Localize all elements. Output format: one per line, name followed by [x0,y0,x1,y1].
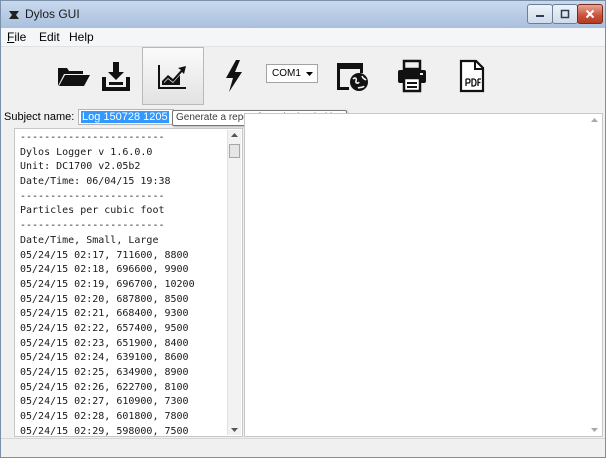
log-line: 05/24/15 02:24, 639100, 8600 [20,352,189,364]
menu-file[interactable]: File [7,30,26,44]
chart-report-icon [158,65,186,89]
app-window: Dylos GUI File Edit Help COM1 Subject na… [0,0,606,458]
scroll-up-icon[interactable] [231,133,238,137]
export-pdf-button[interactable] [441,47,503,105]
log-line: 05/24/15 02:26, 622700, 8100 [20,381,189,393]
web-upload-button[interactable] [321,47,383,105]
scroll-down-icon[interactable] [591,428,598,432]
log-line: Dylos Logger v 1.6.0.0 [20,146,153,158]
log-line: 05/24/15 02:19, 696700, 10200 [20,278,195,290]
menu-edit-label: Edit [39,30,60,44]
log-line: 05/24/15 02:20, 687800, 8500 [20,293,189,305]
menu-bar: File Edit Help [1,28,605,47]
printer-icon [398,59,426,93]
report-panel[interactable] [244,113,603,437]
maximize-icon [560,9,570,19]
toolbar: COM1 [1,47,605,107]
log-line: 05/24/15 02:25, 634900, 8900 [20,367,189,378]
close-icon [585,9,595,19]
scroll-up-icon[interactable] [591,118,598,122]
globe-window-icon [337,63,368,91]
status-bar [1,438,605,457]
connect-button[interactable] [203,47,265,105]
scroll-down-icon[interactable] [231,428,238,432]
log-line: Date/Time, Small, Large [20,234,159,246]
menu-file-label: ile [14,30,27,44]
title-bar[interactable]: Dylos GUI [1,1,605,28]
maximize-button[interactable] [552,4,578,24]
log-line: Date/Time: 06/04/15 19:38 [20,176,171,188]
download-button[interactable] [85,47,147,105]
log-line: Unit: DC1700 v2.05b2 [20,161,141,173]
log-line: Particles per cubic foot [20,205,165,217]
log-line: 05/24/15 02:23, 651900, 8400 [20,337,189,349]
minimize-button[interactable] [527,4,553,24]
log-line: ------------------------ [20,220,165,232]
log-line: ------------------------ [20,132,165,143]
subject-name-input[interactable]: Log 150728 1205 [78,109,174,125]
print-button[interactable] [381,47,443,105]
window-title: Dylos GUI [25,7,80,21]
scroll-thumb[interactable] [229,144,240,158]
log-lines: ------------------------ Dylos Logger v 1… [20,131,225,437]
menu-edit[interactable]: Edit [39,30,60,44]
subject-name-value: Log 150728 1205 [81,111,169,123]
download-icon [102,62,130,91]
log-line: 05/24/15 02:29, 598000, 7500 [20,425,189,437]
minimize-icon [536,15,544,17]
menu-help-label: Help [69,30,94,44]
log-scrollbar[interactable] [227,130,241,435]
log-line: ------------------------ [20,190,165,202]
menu-help[interactable]: Help [69,30,94,44]
subject-name-label: Subject name: [4,111,75,123]
log-text-panel[interactable]: ------------------------ Dylos Logger v 1… [14,128,243,437]
com-port-select[interactable]: COM1 [266,64,318,83]
log-line: 05/24/15 02:27, 610900, 7300 [20,396,189,408]
com-port-value: COM1 [272,68,301,79]
log-line: 05/24/15 02:22, 657400, 9500 [20,322,189,334]
log-line: 05/24/15 02:17, 711600, 8800 [20,249,189,261]
pdf-icon [459,59,485,93]
generate-report-button[interactable] [142,47,204,105]
log-line: 05/24/15 02:28, 601800, 7800 [20,411,189,423]
lightning-icon [226,60,242,92]
chevron-down-icon [306,72,313,76]
log-line: 05/24/15 02:21, 668400, 9300 [20,308,189,320]
close-button[interactable] [577,4,603,24]
report-scrollbar[interactable] [588,115,601,435]
app-icon [9,11,19,19]
log-line: 05/24/15 02:18, 696600, 9900 [20,264,189,276]
